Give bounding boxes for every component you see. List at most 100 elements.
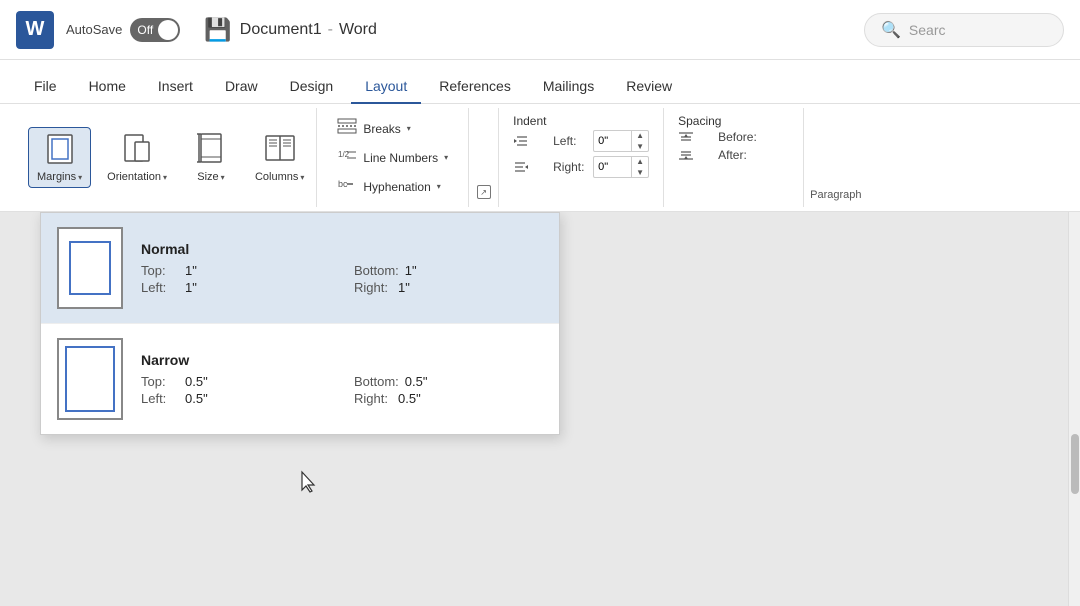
title-separator: -	[328, 21, 333, 39]
search-bar[interactable]: 🔍 Searc	[864, 13, 1064, 47]
tab-layout[interactable]: Layout	[351, 70, 421, 104]
spacing-after-row: After:	[678, 148, 789, 162]
normal-bottom-row: Bottom: 1"	[354, 263, 543, 278]
normal-left-row: Left: 1"	[141, 280, 330, 295]
normal-top-row: Top: 1"	[141, 263, 330, 278]
breaks-icon	[337, 118, 357, 139]
line-numbers-button[interactable]: 1/2 Line Numbers ▾	[329, 144, 456, 171]
indent-left-label: Left:	[553, 134, 589, 148]
narrow-name: Narrow	[141, 352, 543, 368]
hyphenation-label: Hyphenation	[363, 180, 430, 194]
indent-left-icon	[513, 135, 549, 147]
breaks-button[interactable]: Breaks ▾	[329, 115, 456, 142]
narrow-left-key: Left:	[141, 391, 179, 406]
ribbon-tabs: File Home Insert Draw Design Layout Refe…	[0, 60, 1080, 104]
normal-left-key: Left:	[141, 280, 179, 295]
margins-button[interactable]: Margins ▾	[28, 127, 91, 188]
autosave-toggle[interactable]: Off	[130, 18, 180, 42]
margins-icon	[44, 132, 76, 169]
narrow-right-val: 0.5"	[398, 391, 421, 406]
margins-chevron: ▾	[78, 173, 82, 182]
tab-draw[interactable]: Draw	[211, 70, 272, 104]
tab-home[interactable]: Home	[75, 70, 140, 104]
dialog-launcher-area: ↗	[469, 108, 499, 207]
narrow-right-key: Right:	[354, 391, 392, 406]
tab-review[interactable]: Review	[612, 70, 686, 104]
indent-right-value: 0"	[594, 156, 632, 178]
normal-details: Top: 1" Bottom: 1" Left: 1" Right: 1"	[141, 263, 543, 295]
margin-option-narrow[interactable]: Narrow Top: 0.5" Bottom: 0.5" Left: 0.5"	[41, 324, 559, 434]
narrow-top-key: Top:	[141, 374, 179, 389]
page-breaks-group: Breaks ▾ 1/2 Line Numbers ▾ bc Hyphenati…	[317, 108, 469, 207]
tab-file[interactable]: File	[20, 70, 71, 104]
narrow-bottom-val: 0.5"	[405, 374, 428, 389]
size-label: Size ▾	[197, 171, 224, 183]
narrow-top-row: Top: 0.5"	[141, 374, 330, 389]
hyphenation-chevron: ▾	[437, 182, 441, 191]
indent-left-up[interactable]: ▲	[632, 130, 648, 141]
indent-left-down[interactable]: ▼	[632, 141, 648, 152]
indent-right-icon	[513, 161, 549, 173]
size-button[interactable]: Size ▾	[183, 128, 239, 187]
document-title: Document1	[240, 21, 322, 39]
indent-right-spinbox[interactable]: 0" ▲ ▼	[593, 156, 649, 178]
search-icon: 🔍	[881, 20, 901, 40]
paragraph-area: Paragraph	[804, 108, 871, 207]
hyphenation-button[interactable]: bc Hyphenation ▾	[329, 173, 456, 200]
dialog-launcher-button[interactable]: ↗	[477, 185, 491, 199]
line-numbers-chevron: ▾	[444, 153, 448, 162]
page-setup-group: Margins ▾ Orientation ▾	[16, 108, 317, 207]
orientation-label: Orientation ▾	[107, 171, 167, 183]
normal-right-row: Right: 1"	[354, 280, 543, 295]
app-name: Word	[339, 21, 377, 39]
tab-mailings[interactable]: Mailings	[529, 70, 608, 104]
scrollbar-thumb[interactable]	[1071, 434, 1079, 494]
normal-preview-inner	[69, 241, 111, 295]
autosave-area: AutoSave Off	[66, 18, 180, 42]
size-chevron: ▾	[221, 173, 225, 182]
normal-left-val: 1"	[185, 280, 197, 295]
spacing-before-label: Before:	[718, 130, 757, 144]
tab-references[interactable]: References	[425, 70, 525, 104]
tab-design[interactable]: Design	[276, 70, 348, 104]
narrow-preview	[57, 338, 123, 420]
scrollbar[interactable]	[1068, 212, 1080, 606]
indent-left-spinbox[interactable]: 0" ▲ ▼	[593, 130, 649, 152]
orientation-button[interactable]: Orientation ▾	[99, 128, 175, 187]
spacing-before-icon	[678, 131, 714, 143]
ribbon-toolbar: Margins ▾ Orientation ▾	[0, 104, 1080, 212]
autosave-label: AutoSave	[66, 22, 122, 37]
page-area: Normal Top: 1" Bottom: 1" Left: 1"	[0, 212, 1080, 606]
line-numbers-label: Line Numbers	[363, 151, 438, 165]
word-logo: W	[16, 11, 54, 49]
columns-icon	[264, 132, 296, 169]
page-setup-buttons: Margins ▾ Orientation ▾	[28, 127, 312, 188]
columns-label: Columns ▾	[255, 171, 304, 183]
dialog-launcher-icon: ↗	[480, 188, 487, 197]
save-button[interactable]: 💾	[204, 17, 231, 43]
paragraph-label: Paragraph	[810, 185, 861, 201]
narrow-right-row: Right: 0.5"	[354, 391, 543, 406]
spacing-after-icon	[678, 149, 714, 161]
svg-text:bc: bc	[338, 179, 348, 189]
indent-right-up[interactable]: ▲	[632, 156, 648, 167]
indent-right-row: Right: 0" ▲ ▼	[513, 156, 649, 178]
toggle-state-label: Off	[137, 23, 153, 37]
normal-name: Normal	[141, 241, 543, 257]
narrow-info: Narrow Top: 0.5" Bottom: 0.5" Left: 0.5"	[141, 352, 543, 406]
normal-right-key: Right:	[354, 280, 392, 295]
narrow-bottom-key: Bottom:	[354, 374, 399, 389]
indent-left-row: Left: 0" ▲ ▼	[513, 130, 649, 152]
spacing-before-row: Before:	[678, 130, 789, 144]
indent-right-down[interactable]: ▼	[632, 167, 648, 178]
normal-preview	[57, 227, 123, 309]
columns-button[interactable]: Columns ▾	[247, 128, 312, 187]
narrow-details: Top: 0.5" Bottom: 0.5" Left: 0.5" Right:…	[141, 374, 543, 406]
size-icon	[195, 132, 227, 169]
margin-option-normal[interactable]: Normal Top: 1" Bottom: 1" Left: 1"	[41, 213, 559, 324]
search-placeholder: Searc	[909, 22, 946, 38]
tab-insert[interactable]: Insert	[144, 70, 207, 104]
narrow-preview-inner	[65, 346, 115, 412]
margins-label: Margins ▾	[37, 171, 82, 183]
page-breaks-items: Breaks ▾ 1/2 Line Numbers ▾ bc Hyphenati…	[329, 115, 456, 200]
